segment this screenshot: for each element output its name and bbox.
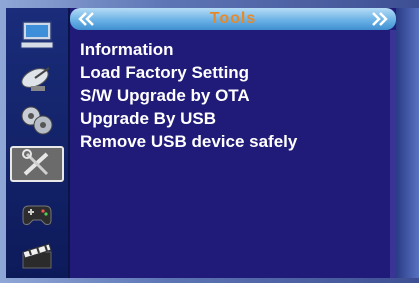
menu-item-upgrade-usb[interactable]: Upgrade By USB xyxy=(80,107,297,130)
sidebar-item-tools[interactable] xyxy=(10,146,64,182)
clapperboard-icon xyxy=(22,243,52,269)
satellite-dish-icon xyxy=(21,67,50,91)
page-title: Tools xyxy=(209,10,257,27)
double-chevron-right-icon[interactable] xyxy=(368,11,390,27)
sidebar-item-computer[interactable] xyxy=(12,18,62,54)
menu-item-load-factory-setting[interactable]: Load Factory Setting xyxy=(80,61,297,84)
tools-panel: Tools Information Load Factory Setting S… xyxy=(70,8,396,278)
sidebar-item-media[interactable] xyxy=(12,102,62,138)
sidebar-item-satellite[interactable] xyxy=(12,60,62,96)
menu-item-information[interactable]: Information xyxy=(80,38,297,61)
sidebar-item-games[interactable] xyxy=(12,196,62,232)
gamepad-icon xyxy=(22,205,52,225)
right-edge-decoration xyxy=(396,8,419,278)
tools-icon xyxy=(22,149,49,176)
menu-item-remove-usb[interactable]: Remove USB device safely xyxy=(80,130,297,153)
sidebar-item-video[interactable] xyxy=(12,238,62,274)
tools-menu: Information Load Factory Setting S/W Upg… xyxy=(80,38,297,153)
sidebar xyxy=(6,8,70,278)
menu-item-sw-upgrade-ota[interactable]: S/W Upgrade by OTA xyxy=(80,84,297,107)
computer-icon xyxy=(20,21,54,49)
film-reels-icon xyxy=(21,106,53,135)
